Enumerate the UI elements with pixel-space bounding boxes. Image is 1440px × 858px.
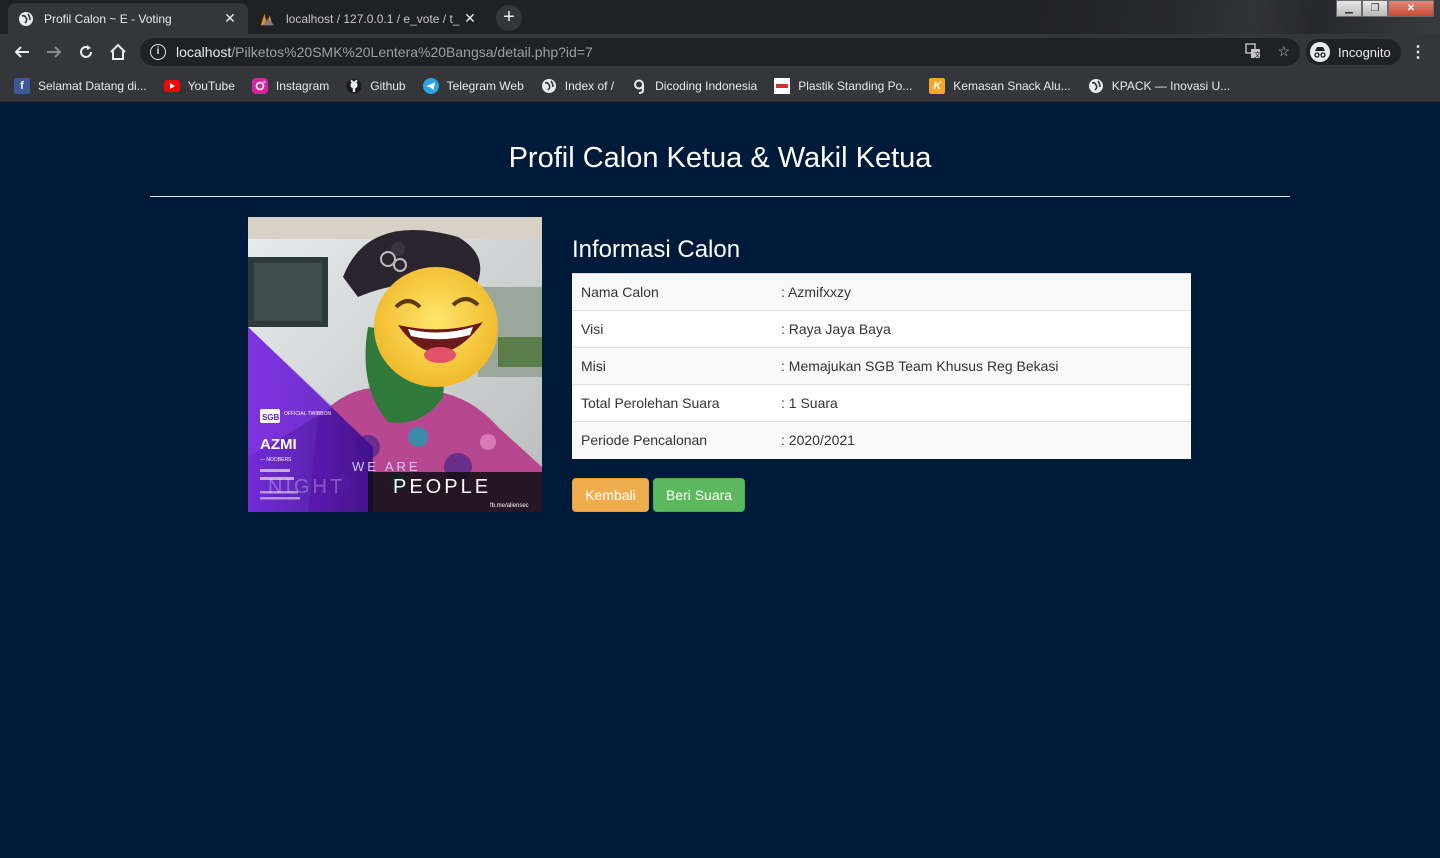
telegram-icon <box>422 77 439 94</box>
bookmark-item[interactable]: Dicoding Indonesia <box>631 78 757 94</box>
svg-text:文: 文 <box>1254 50 1261 59</box>
bookmark-item[interactable]: KPACK — Inovasi U... <box>1088 78 1230 94</box>
back-button[interactable]: Kembali <box>572 478 649 512</box>
new-tab-button[interactable]: + <box>496 5 522 31</box>
bookmark-item[interactable]: K Kemasan Snack Alu... <box>929 77 1071 94</box>
bookmark-item[interactable]: Plastik Standing Po... <box>774 77 913 94</box>
row-label: Total Perolehan Suara <box>572 384 772 422</box>
page-content: Profil Calon Ketua & Wakil Ketua SGB OFF… <box>0 102 1440 858</box>
vote-button[interactable]: Beri Suara <box>653 478 745 512</box>
home-icon[interactable] <box>106 40 130 64</box>
table-row: Total Perolehan Suara : 1 Suara <box>572 384 1191 422</box>
star-icon[interactable]: ☆ <box>1277 43 1290 62</box>
bookmark-item[interactable]: YouTube <box>163 78 235 94</box>
translate-icon[interactable]: 文 <box>1245 43 1261 62</box>
tab-close-icon[interactable]: ✕ <box>462 10 478 27</box>
youtube-icon <box>163 78 180 94</box>
incognito-badge[interactable]: Incognito <box>1306 39 1401 65</box>
photo-credit: fb.me/aliensec <box>490 503 529 509</box>
row-value: : 2020/2021 <box>772 421 1191 459</box>
page-title: Profil Calon Ketua & Wakil Ketua <box>508 142 932 174</box>
tab-title: localhost / 127.0.0.1 / e_vote / t_ <box>286 11 460 26</box>
photo-tagline-2: PEOPLE <box>393 476 491 498</box>
reload-icon[interactable] <box>74 40 98 64</box>
bookmark-label: Index of / <box>564 78 615 93</box>
browser-tab-active[interactable]: Profil Calon ~ E - Voting ✕ <box>8 3 248 34</box>
bookmark-label: Plastik Standing Po... <box>798 78 913 93</box>
forward-arrow-icon[interactable] <box>42 40 66 64</box>
facebook-icon: f <box>14 77 30 94</box>
row-label: Misi <box>572 347 772 385</box>
title-divider <box>150 196 1290 197</box>
address-bar[interactable]: i localhost/Pilketos%20SMK%20Lentera%20B… <box>140 38 1300 66</box>
bookmark-item[interactable]: Github <box>346 78 406 94</box>
bookmark-label: Selamat Datang di... <box>38 78 147 93</box>
bookmarks-bar: f Selamat Datang di... YouTube Instagram… <box>0 70 1440 102</box>
browser-tab[interactable]: localhost / 127.0.0.1 / e_vote / t_ ✕ <box>250 3 488 34</box>
incognito-icon <box>1310 42 1330 62</box>
bookmark-label: Kemasan Snack Alu... <box>953 78 1071 93</box>
photo-sub: — NOOBERS <box>260 457 292 463</box>
phpmyadmin-icon <box>260 11 276 27</box>
bookmark-item[interactable]: Telegram Web <box>422 77 524 94</box>
minimize-button[interactable]: ▁ <box>1336 0 1362 17</box>
tab-close-icon[interactable]: ✕ <box>222 10 238 27</box>
row-label: Nama Calon <box>572 273 772 311</box>
info-title: Informasi Calon <box>572 236 741 263</box>
kemasan-icon: K <box>929 77 946 94</box>
bookmark-label: Dicoding Indonesia <box>655 78 758 93</box>
bookmark-label: Telegram Web <box>446 78 524 93</box>
url-path: /Pilketos%20SMK%20Lentera%20Bangsa/detai… <box>231 44 593 60</box>
table-row: Nama Calon : Azmifxxzy <box>572 273 1191 311</box>
badge-text: SGB <box>262 413 280 422</box>
candidate-photo: SGB OFFICIAL TWIBBON AZMI — NOOBERS WE A… <box>248 217 542 512</box>
row-value: : 1 Suara <box>772 384 1191 422</box>
globe-icon <box>1088 78 1104 94</box>
maximize-button[interactable]: ❐ <box>1362 0 1388 17</box>
back-arrow-icon[interactable] <box>10 40 34 64</box>
bookmark-item[interactable]: Index of / <box>541 78 614 94</box>
github-icon <box>346 78 362 94</box>
bookmark-label: Github <box>370 78 406 93</box>
candidate-info-table: Nama Calon : Azmifxxzy Visi : Raya Jaya … <box>572 273 1191 459</box>
incognito-label: Incognito <box>1338 44 1391 60</box>
bookmark-label: KPACK — Inovasi U... <box>1111 78 1231 93</box>
row-value: : Azmifxxzy <box>772 273 1191 311</box>
globe-icon <box>18 11 34 27</box>
dicoding-icon <box>631 78 647 94</box>
bookmark-label: YouTube <box>187 78 235 93</box>
plastik-icon <box>774 77 791 94</box>
photo-tagline-faint: NIGHT <box>268 476 345 498</box>
window-controls: ▁ ❐ ✕ <box>1336 0 1434 17</box>
browser-toolbar: i localhost/Pilketos%20SMK%20Lentera%20B… <box>0 34 1440 70</box>
table-row: Visi : Raya Jaya Baya <box>572 310 1191 348</box>
window-close-button[interactable]: ✕ <box>1388 0 1434 17</box>
browser-menu-icon[interactable]: ⋮ <box>1410 42 1426 62</box>
bookmark-item[interactable]: Instagram <box>251 77 330 94</box>
table-row: Periode Pencalonan : 2020/2021 <box>572 421 1191 459</box>
instagram-icon <box>251 77 268 94</box>
bookmark-item[interactable]: f Selamat Datang di... <box>14 77 147 94</box>
tab-title: Profil Calon ~ E - Voting <box>44 11 172 26</box>
table-row: Misi : Memajukan SGB Team Khusus Reg Bek… <box>572 347 1191 385</box>
url-host: localhost <box>176 44 232 60</box>
badge-sub: OFFICIAL TWIBBON <box>284 411 331 417</box>
photo-tagline-1: WE ARE <box>352 459 421 474</box>
browser-tabstrip: Profil Calon ~ E - Voting ✕ localhost / … <box>0 0 1440 34</box>
globe-icon <box>541 78 557 94</box>
row-label: Periode Pencalonan <box>572 421 772 459</box>
site-info-icon[interactable]: i <box>150 44 166 60</box>
photo-name: AZMI <box>260 436 297 453</box>
row-value: : Memajukan SGB Team Khusus Reg Bekasi <box>772 347 1191 385</box>
row-label: Visi <box>572 310 772 348</box>
bookmark-label: Instagram <box>275 78 330 93</box>
row-value: : Raya Jaya Baya <box>772 310 1191 348</box>
